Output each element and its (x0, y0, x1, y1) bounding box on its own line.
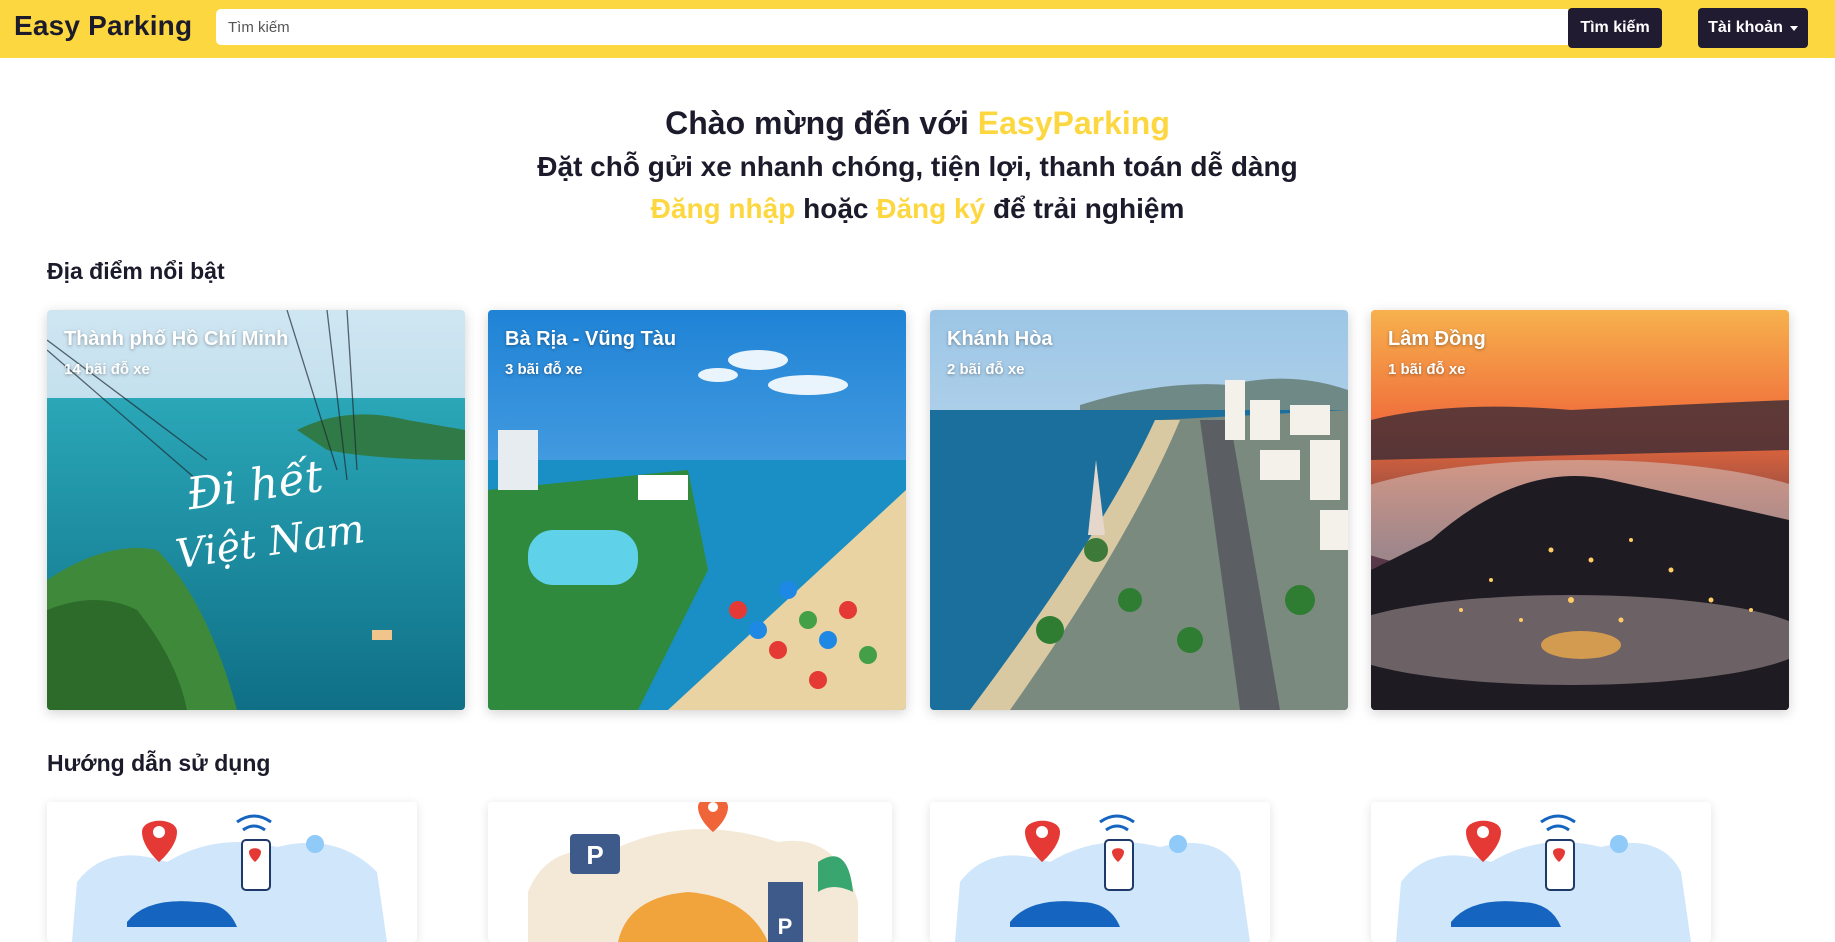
car-location-illustration (1396, 814, 1691, 942)
guide-card-parking[interactable]: P P (488, 802, 892, 942)
location-count: 14 bãi đỗ xe (64, 361, 150, 378)
hero-cta: Đăng nhập hoặc Đăng ký để trải nghiệm (0, 188, 1835, 230)
guide-card-find-location-3[interactable] (1371, 802, 1711, 942)
location-card-lam-dong[interactable]: Lâm Đồng 1 bãi đỗ xe (1371, 310, 1789, 710)
car-location-illustration (72, 814, 387, 942)
cta-suffix: để trải nghiệm (992, 193, 1185, 224)
guide-card-find-location[interactable] (47, 802, 417, 942)
location-name: Lâm Đồng (1388, 328, 1486, 350)
location-name: Bà Rịa - Vũng Tàu (505, 328, 677, 350)
location-name: Khánh Hòa (947, 328, 1053, 350)
search-button[interactable]: Tìm kiếm (1568, 8, 1662, 48)
location-card-khanh-hoa[interactable]: Khánh Hòa 2 bãi đỗ xe (930, 310, 1348, 710)
search-input[interactable] (216, 9, 1568, 45)
login-link[interactable]: Đăng nhập (651, 193, 796, 224)
brand-logo[interactable]: Easy Parking (14, 10, 192, 42)
hero-brand-name: EasyParking (977, 105, 1170, 141)
account-button-label: Tài khoản (1708, 19, 1783, 36)
account-dropdown-button[interactable]: Tài khoản (1698, 8, 1808, 48)
hero-tagline: Đặt chỗ gửi xe nhanh chóng, tiện lợi, th… (537, 151, 1298, 182)
register-link[interactable]: Đăng ký (876, 193, 985, 224)
location-count: 3 bãi đỗ xe (505, 361, 583, 378)
guide-card-find-location-2[interactable] (930, 802, 1270, 942)
guide-section-title: Hướng dẫn sử dụng (47, 750, 271, 776)
location-card-ho-chi-minh[interactable]: Đi hết Việt Nam Thành phố Hồ Chí Minh 14… (47, 310, 465, 710)
welcome-text: Chào mừng đến với (665, 105, 969, 141)
svg-text:P: P (778, 914, 793, 939)
or-text: hoặc (803, 193, 869, 224)
caret-down-icon (1789, 26, 1798, 31)
hero-section: Chào mừng đến với EasyParking Đặt chỗ gử… (0, 100, 1835, 230)
hero-welcome: Chào mừng đến với EasyParking (0, 100, 1835, 146)
top-navbar: Easy Parking Tìm kiếm Tài khoản (0, 0, 1835, 58)
location-card-ba-ria-vung-tau[interactable]: Bà Rịa - Vũng Tàu 3 bãi đỗ xe (488, 310, 906, 710)
svg-text:P: P (586, 840, 603, 870)
featured-section-title: Địa điểm nổi bật (47, 258, 225, 284)
parking-illustration: P P (528, 802, 858, 942)
car-location-illustration (955, 814, 1250, 942)
location-count: 2 bãi đỗ xe (947, 361, 1025, 378)
location-name: Thành phố Hồ Chí Minh (64, 328, 289, 350)
location-count: 1 bãi đỗ xe (1388, 361, 1466, 378)
